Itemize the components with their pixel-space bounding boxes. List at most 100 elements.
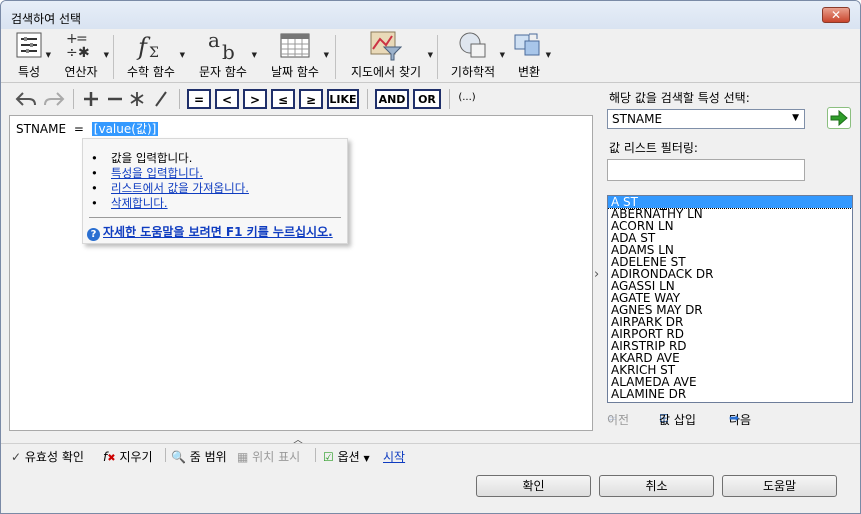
chevron-down-icon: ▼ [323,51,329,59]
previous-label: 이전 [607,413,630,427]
math-function-icon: f Σ [136,33,159,61]
transform-label: 변환 [517,65,541,79]
ribbon-separator [335,35,336,79]
filter-label: 값 리스트 필터링: [609,141,698,155]
get-value-from-list-link[interactable]: 리스트에서 값을 가져옵니다. [111,181,249,195]
options-label: 옵션 [337,450,360,464]
hint-item: • 삭제합니다. [91,196,168,210]
ribbon-separator [437,35,438,79]
expression-editor[interactable]: STNAME = [value(값)] • 값을 입력합니다. • 특성을 입력합니… [9,115,593,431]
help-link[interactable]: ? 자세한 도움말을 보려면 F1 키를 누르십시오. [87,223,333,241]
attribute-dropdown[interactable]: STNAME ▼ [607,109,805,129]
greater-than-button[interactable]: > [243,89,267,109]
title-bar: 검색하여 선택 ✕ [1,1,860,29]
close-button[interactable]: ✕ [822,7,850,23]
expression-operator: = [73,122,84,136]
clear-function-icon: f✖ [103,450,116,464]
undo-icon[interactable] [15,89,37,109]
show-location-label: 위치 표시 [252,450,301,464]
chevron-down-icon: ▼ [427,51,433,59]
less-equal-button[interactable]: ≤ [271,89,295,109]
enter-value-text: 값을 입력합니다. [111,151,193,165]
hint-item: • 리스트에서 값을 가져옵니다. [91,181,249,195]
svg-text:b: b [222,40,235,61]
ok-button[interactable]: 확인 [476,475,591,497]
delete-link[interactable]: 삭제합니다. [111,196,168,210]
help-button[interactable]: 도움말 [722,475,837,497]
hint-list: • 값을 입력합니다. • 특성을 입력합니다. • 리스트에서 값을 가져옵니다. … [91,151,249,211]
or-button[interactable]: OR [413,89,441,109]
zoom-icon: 🔍 [171,450,186,464]
transform-button[interactable]: ▼ 변환 [507,29,551,83]
geometry-label: 기하학적 [450,65,496,79]
panel-splitter[interactable]: › [593,115,603,431]
clear-label: 지우기 [119,450,153,464]
value-list[interactable]: A ST ABERNATHY LN ACORN LN ADA ST ADAMS LN AD… [607,195,853,403]
value-placeholder[interactable]: [value(값)] [90,121,160,137]
plus-icon[interactable] [81,89,101,109]
zoom-label: 줌 범위 [189,450,227,464]
chevron-down-icon: ▼ [251,51,257,59]
toolbar-separator [179,89,180,109]
greater-equal-button[interactable]: ≥ [299,89,323,109]
chevron-right-icon[interactable]: › [594,267,599,282]
operators-label: 연산자 [64,65,98,79]
search-select-window: 검색하여 선택 ✕ ▼ 특성 + = ÷ ✱ ▼ 연산자 f Σ ▼ 수학 함수… [0,0,861,514]
geometry-icon [459,32,486,58]
show-location-button[interactable]: ▦ 위치 표시 [237,448,300,465]
value-list-item[interactable]: ALAMINE DR [608,388,852,400]
go-button[interactable] [827,107,851,129]
multiply-icon[interactable] [127,89,147,109]
cancel-button[interactable]: 취소 [599,475,714,497]
window-title: 검색하여 선택 [11,12,82,26]
chevron-down-icon: ▼ [792,113,799,123]
options-button[interactable]: ☑ 옵션 ▼ [323,448,370,465]
svg-text:✱: ✱ [78,45,90,59]
clear-button[interactable]: f✖ 지우기 [103,448,153,465]
redo-icon[interactable] [43,89,65,109]
enter-attribute-link[interactable]: 특성을 입력합니다. [111,166,203,180]
filter-input[interactable] [607,159,805,181]
and-button[interactable]: AND [375,89,409,109]
equals-operator-button[interactable]: = [187,89,211,109]
minus-icon[interactable] [105,89,125,109]
validate-button[interactable]: ✓ 유효성 확인 [11,448,84,465]
string-functions-label: 문자 함수 [199,65,247,79]
geometry-button[interactable]: ▼ 기하학적 [441,29,505,83]
expression-line: STNAME = [value(값)] [16,120,160,137]
parentheses-button[interactable]: (...) [455,89,479,109]
string-functions-button[interactable]: a b ▼ 문자 함수 [189,29,257,83]
status-separator [165,448,166,462]
help-link-text: 자세한 도움말을 보려면 F1 키를 누르십시오. [103,225,333,239]
attributes-label: 특성 [17,65,41,79]
help-icon: ? [87,228,100,241]
toolbar-separator [449,89,450,109]
value-navigation: ⇦ 이전 ⊞ 값 삽입 다음 ➡ [607,411,857,429]
date-functions-label: 날짜 함수 [271,65,319,79]
like-button[interactable]: LIKE [327,89,359,109]
math-functions-button[interactable]: f Σ ▼ 수학 함수 [117,29,185,83]
chevron-down-icon: ▼ [103,51,109,59]
find-on-map-button[interactable]: ▼ 지도에서 찾기 [339,29,433,83]
map-filter-icon [370,31,402,61]
attribute-dropdown-value: STNAME [612,112,663,126]
checkbox-checked-icon: ☑ [323,450,334,464]
chevron-down-icon: ▼ [363,454,370,463]
ribbon-toolbar: ▼ 특성 + = ÷ ✱ ▼ 연산자 f Σ ▼ 수학 함수 a b ▼ 문자 … [1,29,860,83]
ribbon-separator [113,35,114,79]
find-on-map-label: 지도에서 찾기 [350,65,422,79]
value-hint-popup: • 값을 입력합니다. • 특성을 입력합니다. • 리스트에서 값을 가져옵니다. … [82,138,348,244]
operators-button[interactable]: + = ÷ ✱ ▼ 연산자 [53,29,109,83]
math-functions-label: 수학 함수 [127,65,175,79]
divide-icon[interactable] [151,89,171,109]
date-functions-button[interactable]: ▼ 날짜 함수 [261,29,329,83]
svg-text:÷: ÷ [66,45,78,59]
start-link[interactable]: 시작 [383,448,405,465]
zoom-extent-button[interactable]: 🔍 줌 범위 [171,448,227,465]
attributes-button[interactable]: ▼ 특성 [7,29,51,83]
status-separator [315,448,316,462]
toolbar-separator [73,89,74,109]
svg-text:a: a [208,31,220,52]
less-than-button[interactable]: < [215,89,239,109]
operators-icon: + = ÷ ✱ [66,31,90,59]
